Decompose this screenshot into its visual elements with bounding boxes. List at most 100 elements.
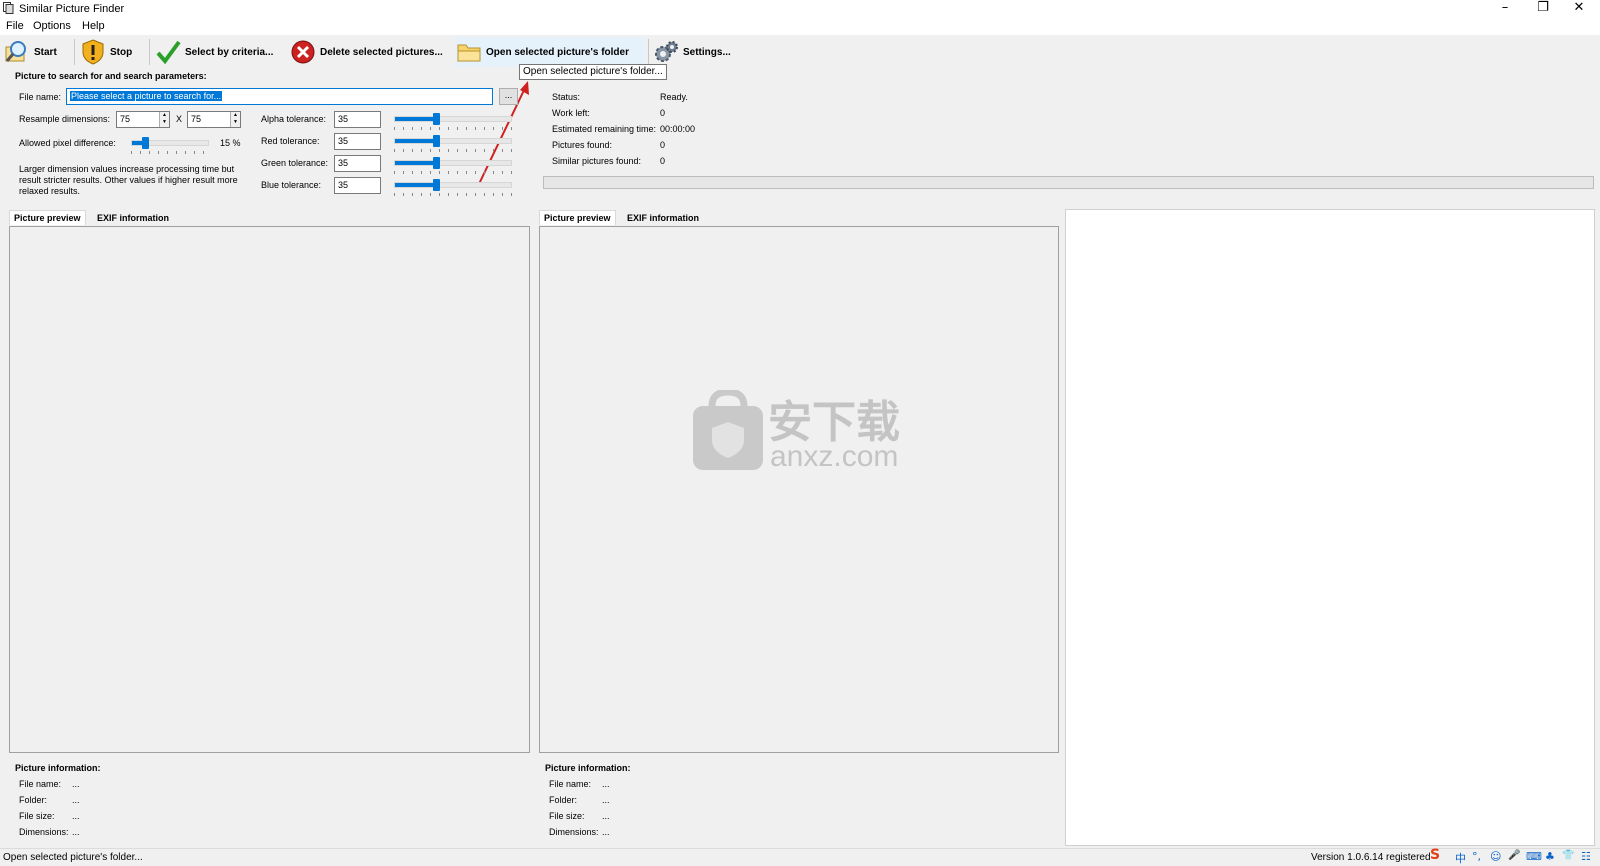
- emoji-icon[interactable]: ☺: [1490, 850, 1501, 863]
- search-hint: Larger dimension values increase process…: [19, 164, 238, 196]
- app-icon: [3, 2, 14, 14]
- status-bar-message: Open selected picture's folder...: [3, 852, 143, 863]
- resample-label: Resample dimensions:: [19, 114, 111, 124]
- pixel-difference-thumb[interactable]: [142, 137, 149, 149]
- folder-icon: [457, 44, 481, 62]
- progress-bar: [543, 176, 1594, 189]
- delete-selected-button[interactable]: Delete selected pictures...: [290, 37, 446, 67]
- alpha-tolerance-fill: [395, 117, 437, 121]
- resample-width-input[interactable]: 75 ▲ ▼: [116, 111, 170, 128]
- pixel-difference-ticks: [131, 151, 209, 154]
- work-left-value: 0: [660, 108, 666, 118]
- right-file-size-label: File size:: [549, 811, 585, 821]
- tab-picture-preview-left[interactable]: Picture preview: [9, 210, 86, 225]
- ime-chinese-icon[interactable]: 中: [1455, 850, 1466, 866]
- start-button[interactable]: Start: [4, 37, 72, 67]
- select-by-criteria-button[interactable]: Select by criteria...: [155, 37, 279, 67]
- left-dimensions-value: ...: [72, 827, 80, 837]
- alpha-tolerance-label: Alpha tolerance:: [261, 114, 327, 124]
- red-tolerance-fill: [395, 139, 437, 143]
- file-name-label: File name:: [19, 92, 62, 102]
- red-tolerance-slider[interactable]: [394, 134, 512, 152]
- select-by-criteria-label: Select by criteria...: [185, 46, 274, 58]
- remaining-time-label: Estimated remaining time:: [552, 124, 657, 134]
- restore-button[interactable]: ❐: [1524, 0, 1562, 17]
- work-left-label: Work left:: [552, 108, 590, 118]
- right-preview-panel: [539, 226, 1059, 753]
- blue-tolerance-track: [394, 182, 512, 188]
- stop-label: Stop: [110, 46, 133, 58]
- delete-x-icon: [291, 40, 315, 64]
- ime-punctuation-icon[interactable]: °,: [1472, 850, 1481, 863]
- right-picture-info-title: Picture information:: [545, 763, 631, 773]
- toolbar-separator: [74, 39, 75, 65]
- file-name-input[interactable]: Please select a picture to search for...: [66, 88, 493, 105]
- settings-button[interactable]: Settings...: [653, 37, 739, 67]
- gears-icon: [655, 41, 678, 62]
- keyboard-icon[interactable]: ⌨: [1526, 850, 1542, 863]
- tooltip: Open selected picture's folder...: [519, 64, 667, 80]
- green-tolerance-value: 35: [338, 158, 349, 168]
- toolbar: Start Stop Select by criteria... Delete …: [0, 35, 1600, 68]
- red-tolerance-track: [394, 138, 512, 144]
- microphone-icon[interactable]: 🎤: [1508, 850, 1520, 861]
- watermark-shield-icon: [693, 390, 763, 470]
- open-folder-button[interactable]: Open selected picture's folder: [456, 37, 645, 67]
- search-group-title: Picture to search for and search paramet…: [15, 71, 207, 81]
- blue-tolerance-fill: [395, 183, 437, 187]
- red-tolerance-ticks: [394, 149, 512, 152]
- alpha-tolerance-thumb[interactable]: [433, 113, 440, 125]
- red-tolerance-thumb[interactable]: [433, 135, 440, 147]
- alpha-tolerance-slider[interactable]: [394, 112, 512, 130]
- tab-picture-preview-right[interactable]: Picture preview: [539, 210, 616, 225]
- blue-tolerance-ticks: [394, 193, 512, 196]
- tab-exif-right[interactable]: EXIF information: [623, 211, 703, 226]
- resample-height-input[interactable]: 75 ▲ ▼: [187, 111, 241, 128]
- green-tolerance-input[interactable]: 35: [334, 155, 381, 172]
- green-tolerance-slider[interactable]: [394, 156, 512, 174]
- right-folder-value: ...: [602, 795, 610, 805]
- settings-label: Settings...: [683, 46, 731, 58]
- green-tolerance-thumb[interactable]: [433, 157, 440, 169]
- close-button[interactable]: ✕: [1560, 0, 1598, 17]
- resample-width-stepper[interactable]: ▲ ▼: [159, 112, 169, 127]
- blue-tolerance-thumb[interactable]: [433, 179, 440, 191]
- file-name-value: Please select a picture to search for...: [70, 91, 223, 101]
- red-tolerance-value: 35: [338, 136, 349, 146]
- browse-button[interactable]: ...: [499, 88, 518, 105]
- tab-exif-left[interactable]: EXIF information: [93, 211, 173, 226]
- red-tolerance-input[interactable]: 35: [334, 133, 381, 150]
- alpha-tolerance-input[interactable]: 35: [334, 111, 381, 128]
- menu-options[interactable]: Options: [33, 20, 71, 32]
- green-tolerance-fill: [395, 161, 437, 165]
- menu-help[interactable]: Help: [82, 20, 105, 32]
- tools-icon[interactable]: ♣: [1545, 850, 1555, 863]
- magnifier-icon: [5, 41, 26, 62]
- right-file-name-value: ...: [602, 779, 610, 789]
- sogou-input-icon[interactable]: S: [1430, 847, 1440, 863]
- right-dimensions-label: Dimensions:: [549, 827, 599, 837]
- pixel-difference-slider[interactable]: [131, 136, 209, 154]
- pictures-found-value: 0: [660, 140, 666, 150]
- resample-height-value: 75: [191, 114, 202, 124]
- resample-height-stepper[interactable]: ▲ ▼: [230, 112, 240, 127]
- pixel-difference-label: Allowed pixel difference:: [19, 138, 116, 148]
- title-bar: Similar Picture Finder – ❐ ✕: [0, 0, 1600, 17]
- blue-tolerance-input[interactable]: 35: [334, 177, 381, 194]
- right-file-size-value: ...: [602, 811, 610, 821]
- minimize-button[interactable]: –: [1486, 0, 1524, 17]
- pictures-found-label: Pictures found:: [552, 140, 613, 150]
- blue-tolerance-slider[interactable]: [394, 178, 512, 196]
- results-list[interactable]: [1065, 209, 1595, 846]
- skin-icon[interactable]: 👕: [1562, 850, 1574, 861]
- resample-x-label: X: [176, 114, 183, 124]
- remaining-time-value: 00:00:00: [660, 124, 696, 134]
- left-picture-info-title: Picture information:: [15, 763, 101, 773]
- stop-button[interactable]: Stop: [80, 37, 146, 67]
- menu-file[interactable]: File: [6, 20, 24, 32]
- pixel-difference-value: 15 %: [220, 138, 241, 148]
- blue-tolerance-value: 35: [338, 180, 349, 190]
- start-label: Start: [34, 46, 57, 58]
- menu-grid-icon[interactable]: ☷: [1581, 850, 1591, 863]
- left-file-size-label: File size:: [19, 811, 55, 821]
